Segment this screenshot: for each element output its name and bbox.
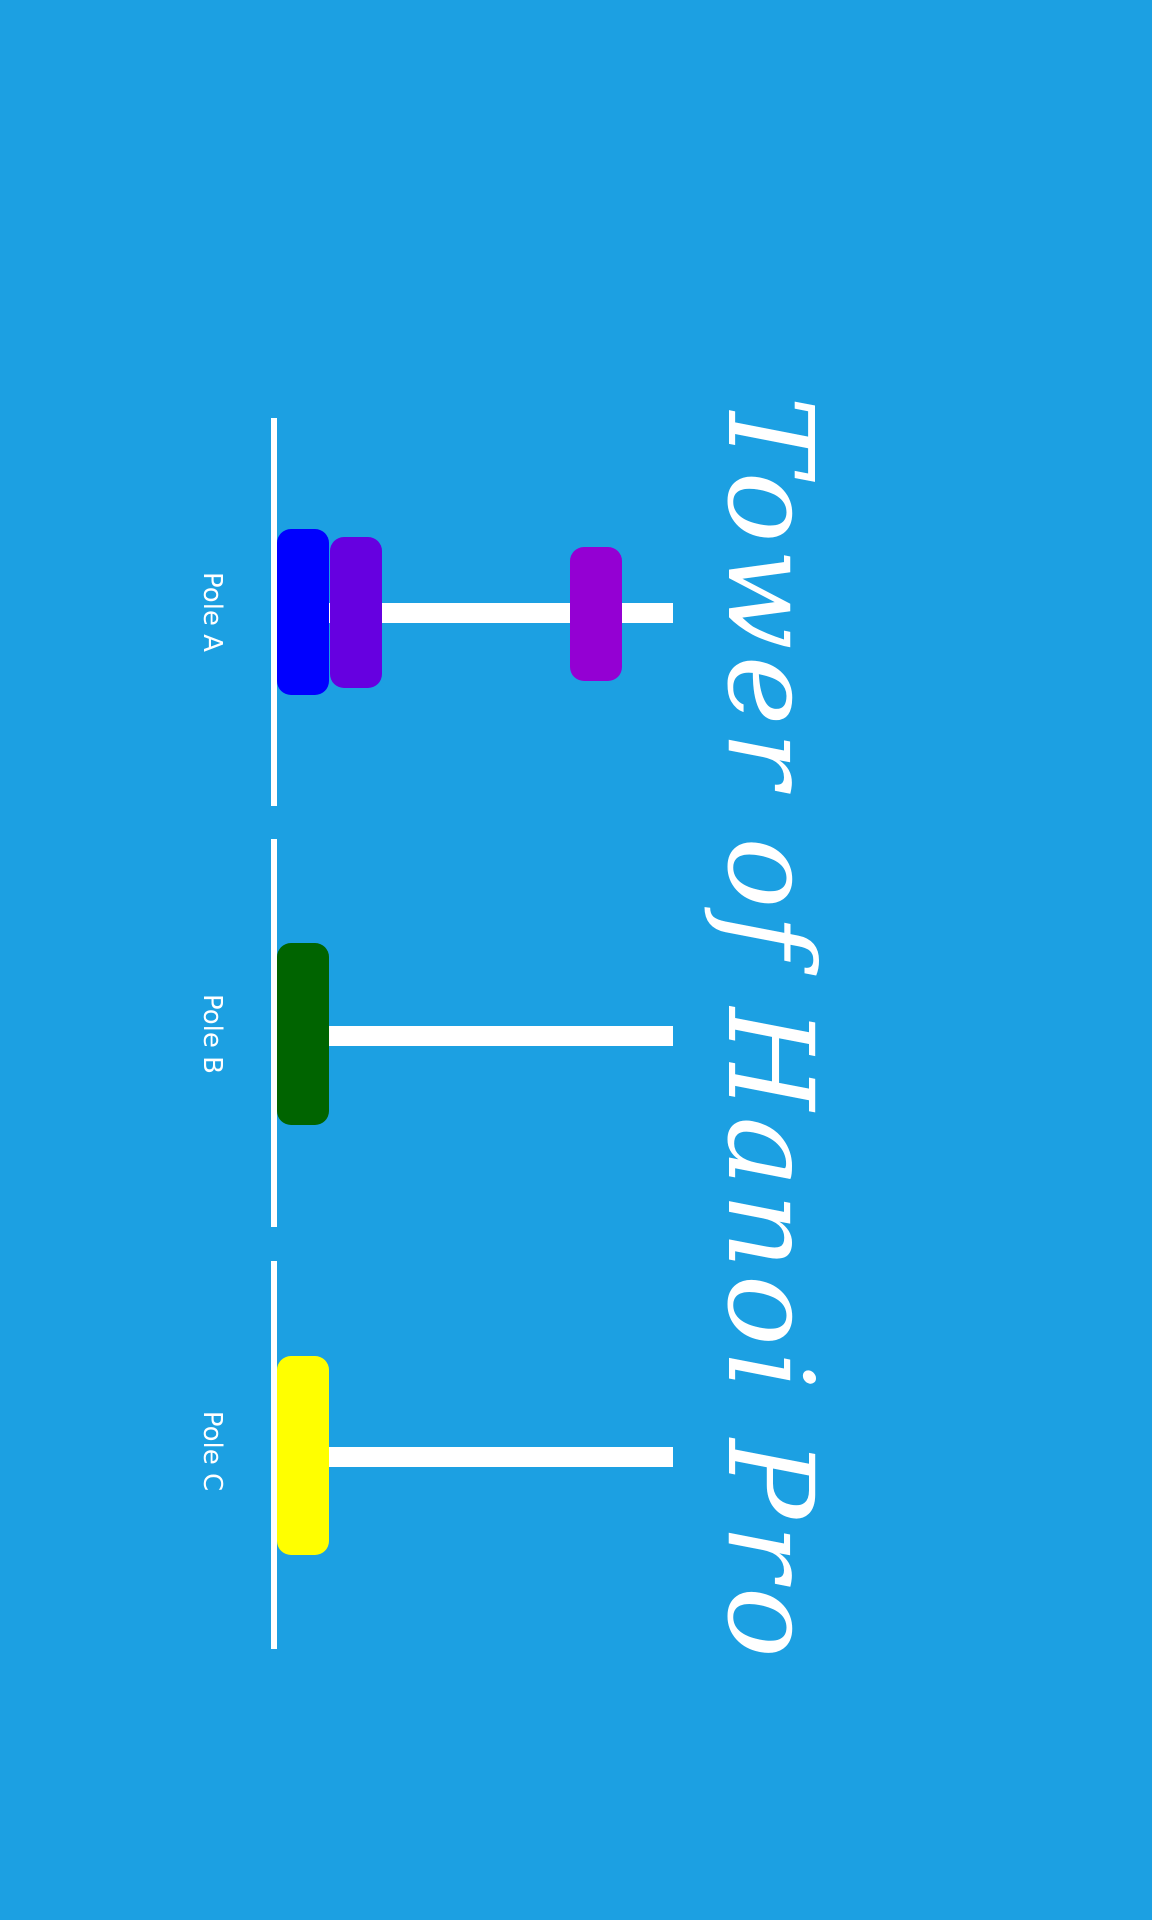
pole-b-label: Pole B: [197, 994, 227, 1074]
pole-a-label: Pole A: [197, 572, 227, 652]
pole-c-label: Pole C: [197, 1410, 227, 1492]
pole-a-disk-2[interactable]: [330, 537, 382, 688]
game-screen: Tower of Hanoi Pro Pole A Pole B Pole C: [0, 0, 1152, 1920]
pole-c-rod[interactable]: [277, 1447, 673, 1467]
pole-a-disk-3[interactable]: [570, 547, 622, 681]
pole-b-rod[interactable]: [277, 1026, 673, 1046]
game-title: Tower of Hanoi Pro: [701, 396, 839, 1664]
pole-c-disk-1[interactable]: [277, 1356, 329, 1555]
pole-b-disk-1[interactable]: [277, 943, 329, 1125]
pole-a-disk-1[interactable]: [277, 529, 329, 695]
